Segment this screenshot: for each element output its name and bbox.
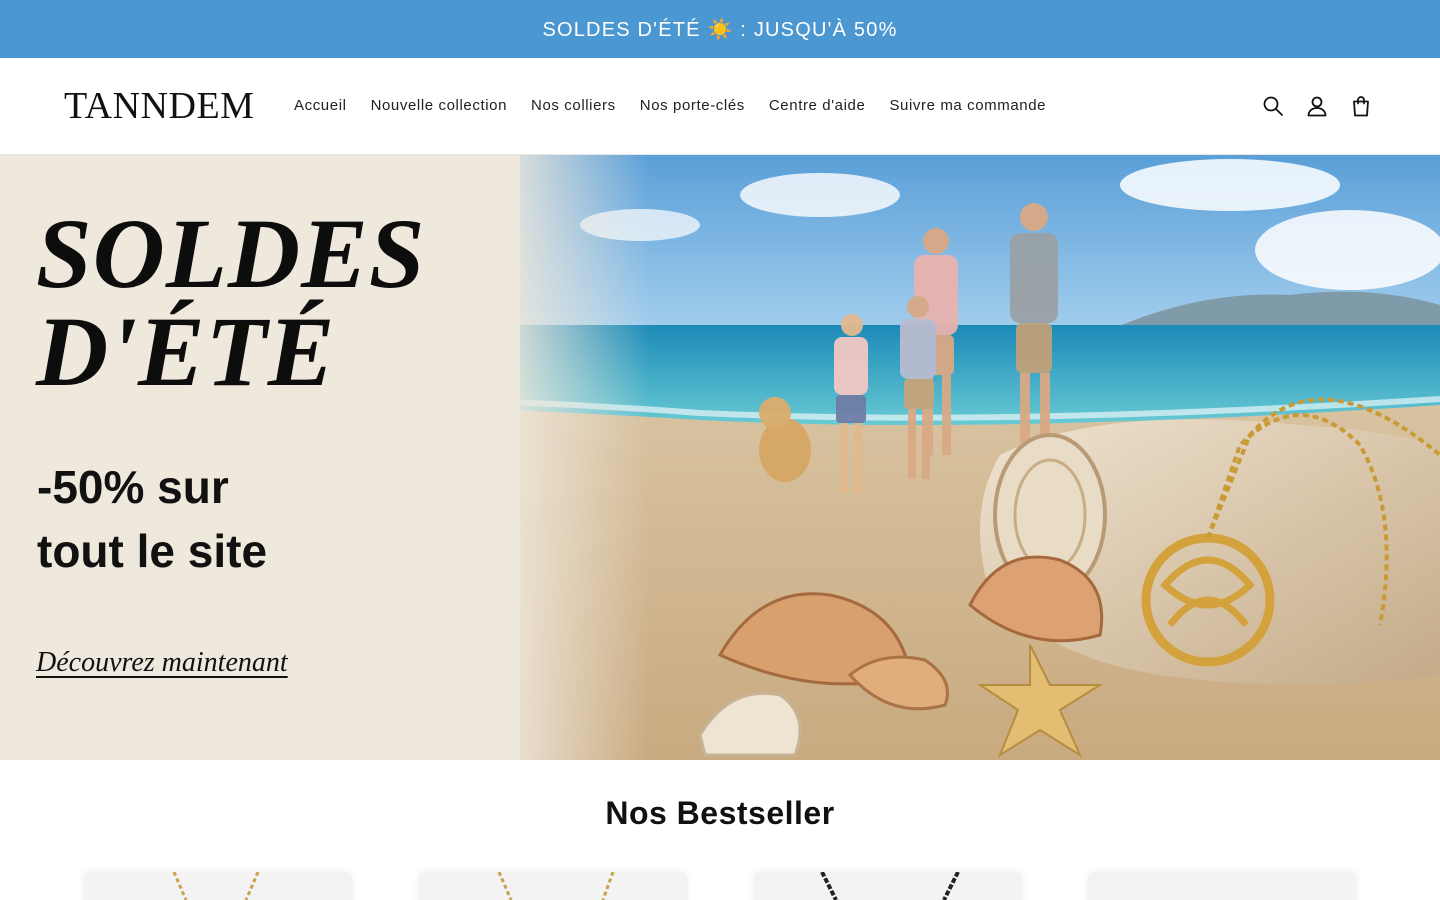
product-card[interactable]: [1088, 872, 1356, 900]
nav-item-nouvelle-collection[interactable]: Nouvelle collection: [371, 96, 507, 116]
product-card[interactable]: [419, 872, 687, 900]
header-icons: [1242, 93, 1374, 119]
hero-title-line2: D'ÉTÉ: [36, 296, 336, 407]
hero-title-line1: SOLDES: [36, 198, 426, 309]
hero-subtitle-line1: -50% sur: [37, 461, 229, 513]
product-card[interactable]: [754, 872, 1022, 900]
nav-item-nos-porte-cles[interactable]: Nos porte-clés: [640, 96, 745, 116]
nav-item-suivre-commande[interactable]: Suivre ma commande: [889, 96, 1046, 116]
cart-icon[interactable]: [1348, 93, 1374, 119]
nav-item-nos-colliers[interactable]: Nos colliers: [531, 96, 616, 116]
announcement-bar: SOLDES D'ÉTÉ ☀️ : JUSQU'À 50%: [0, 0, 1440, 58]
product-card[interactable]: [84, 872, 352, 900]
main-nav: Accueil Nouvelle collection Nos colliers…: [294, 96, 1070, 116]
bestseller-title: Nos Bestseller: [605, 795, 835, 831]
search-icon[interactable]: [1260, 93, 1286, 119]
hero-subtitle: -50% sur tout le site: [37, 455, 267, 583]
hero-title: SOLDES D'ÉTÉ: [36, 198, 426, 407]
hero-banner[interactable]: SOLDES D'ÉTÉ -50% sur tout le site Décou…: [0, 155, 1440, 760]
nav-item-centre-aide[interactable]: Centre d'aide: [769, 96, 866, 116]
product-image: [497, 872, 615, 900]
nav-item-accueil[interactable]: Accueil: [294, 96, 347, 116]
product-image: [820, 872, 960, 900]
hero-cta-link[interactable]: Découvrez maintenant: [36, 647, 288, 679]
hero-subtitle-line2: tout le site: [37, 525, 268, 577]
announcement-text: SOLDES D'ÉTÉ ☀️ : JUSQU'À 50%: [542, 18, 898, 41]
product-grid: [84, 872, 1356, 900]
product-image: [172, 872, 260, 900]
logo[interactable]: TANNDEM: [64, 86, 254, 126]
account-icon[interactable]: [1304, 93, 1330, 119]
site-header: TANNDEM Accueil Nouvelle collection Nos …: [0, 58, 1440, 155]
product-image: [1088, 872, 1356, 900]
